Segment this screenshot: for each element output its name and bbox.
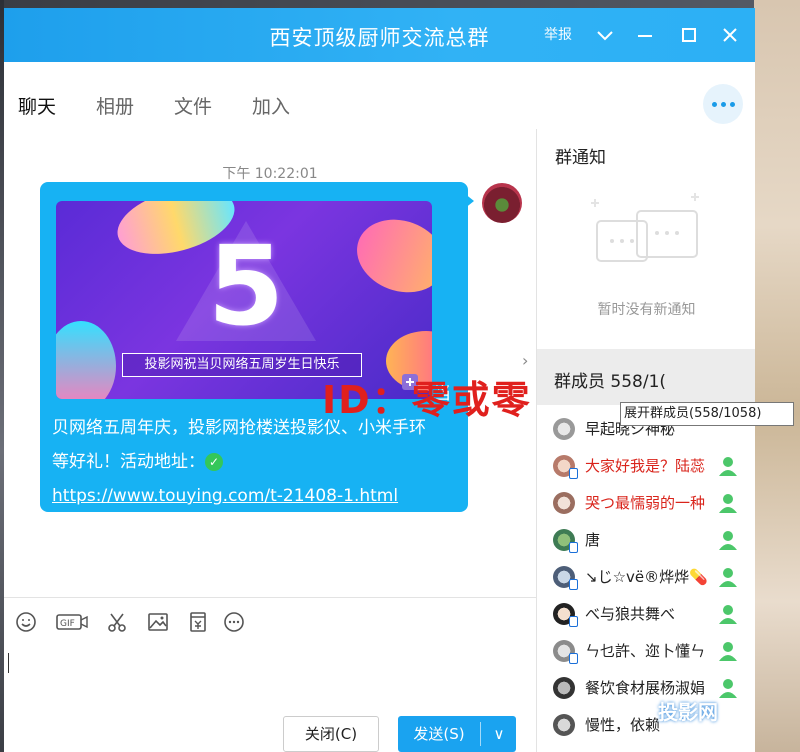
person-icon [719, 494, 737, 513]
avatar [553, 603, 578, 627]
collapse-panel-icon[interactable]: › [522, 351, 536, 381]
report-link[interactable]: 举报 [544, 24, 572, 44]
verified-icon: ✓ [205, 453, 223, 471]
person-icon [719, 531, 737, 550]
person-icon [719, 568, 737, 587]
text-caret [8, 653, 9, 673]
message-line-2-text: 等好礼！活动地址： [52, 452, 205, 472]
send-button[interactable]: 发送(S) ∨ [398, 716, 516, 752]
member-item[interactable]: 哭つ最懦弱的一种 [537, 484, 755, 521]
mobile-icon [569, 542, 578, 553]
tab-chat[interactable]: 聊天 [18, 92, 56, 119]
message-text: 当 贝网络五周年庆，投影网抢楼送投影仪、小米手环 等好礼！活动地址： ✓ http… [52, 384, 464, 513]
chat-window: 西安顶级厨师交流总群 举报 聊天 相册 文件 加入 下午 10:22:01 5 … [4, 8, 755, 752]
dot-icon [711, 101, 717, 107]
notice-title: 群通知 [555, 148, 606, 168]
gif-icon[interactable]: GIF [56, 610, 88, 634]
tab-bar: 聊天 相册 文件 加入 [4, 62, 755, 136]
member-name: ㄣ乜許、迩卜懂ㄣ [585, 642, 706, 660]
member-item[interactable]: ↘じ☆vё®烨烨💊 [537, 558, 755, 595]
divider [480, 722, 481, 746]
site-watermark-logo: 投影网 [658, 700, 718, 724]
member-name: 餐饮食材展杨淑娟 [585, 679, 706, 697]
message-input[interactable] [4, 641, 536, 709]
dot-icon [720, 101, 726, 107]
send-button-label: 发送(S) [413, 725, 465, 743]
composer-toolbar: GIF [4, 597, 536, 641]
mobile-icon [569, 579, 578, 590]
decor-shape [56, 321, 116, 399]
empty-notice-text: 暂时没有新通知 [597, 302, 696, 318]
member-name: 哭つ最懦弱的一种 [585, 494, 706, 512]
member-item[interactable]: べ与狼共舞べ [537, 595, 755, 632]
close-button[interactable]: 关闭(C) [283, 716, 379, 752]
member-item[interactable]: 唐 [537, 521, 755, 558]
member-name: 唐 [585, 531, 601, 549]
more-options-button[interactable] [703, 84, 743, 124]
avatar [553, 640, 578, 664]
emoji-icon[interactable] [14, 610, 38, 634]
member-name: ↘じ☆vё®烨烨💊 [585, 568, 708, 586]
members-count: 群成员 558/1( [554, 372, 667, 392]
avatar [553, 455, 578, 479]
tab-album[interactable]: 相册 [96, 92, 134, 119]
sender-avatar[interactable] [482, 183, 522, 223]
banner-number: 5 [207, 222, 285, 350]
red-packet-icon[interactable] [186, 610, 210, 634]
person-icon [719, 457, 737, 476]
svg-text:GIF: GIF [60, 619, 75, 629]
person-icon [719, 642, 737, 661]
bubble-tail [464, 193, 474, 209]
close-icon[interactable] [717, 22, 743, 48]
scissors-icon[interactable] [105, 610, 129, 634]
image-icon[interactable] [146, 610, 170, 634]
mobile-icon [569, 653, 578, 664]
group-info-panel: 群通知 暂时没有新通知 群成员 558/1( 早起晓シ神秘 大家好我是？陆蕊 哭… [536, 129, 755, 752]
member-item[interactable]: 大家好我是？陆蕊 [537, 447, 755, 484]
member-name: 大家好我是？陆蕊 [585, 457, 706, 475]
minimize-icon[interactable] [632, 22, 658, 48]
person-icon [719, 605, 737, 624]
message-timestamp: 下午 10:22:01 [222, 166, 318, 182]
member-item[interactable]: ㄣ乜許、迩卜懂ㄣ [537, 632, 755, 669]
more-tools-icon[interactable] [222, 610, 246, 634]
avatar [553, 418, 575, 440]
avatar [553, 714, 575, 736]
mobile-icon [569, 468, 578, 479]
maximize-icon[interactable] [676, 22, 702, 48]
author-watermark: ID：零或零 [322, 378, 532, 422]
chat-history[interactable]: 下午 10:22:01 5 投影网祝当贝网络五周岁生日快乐 当 贝网络五周年庆，… [4, 129, 536, 597]
title-bar[interactable]: 西安顶级厨师交流总群 举报 [4, 8, 755, 62]
avatar [553, 492, 575, 514]
mobile-icon [569, 616, 578, 627]
chevron-down-icon[interactable] [592, 22, 618, 48]
tab-join[interactable]: 加入 [252, 92, 290, 119]
tab-files[interactable]: 文件 [174, 92, 212, 119]
empty-notice-illustration [587, 191, 707, 281]
avatar [553, 529, 578, 553]
message-line-2: 等好礼！活动地址： ✓ [52, 445, 464, 479]
members-header[interactable]: 群成员 558/1( [537, 349, 755, 405]
send-options-dropdown[interactable]: ∨ [484, 716, 514, 752]
activity-link[interactable]: https://www.touying.com/t-21408-1.html [52, 479, 464, 513]
decor-shape [346, 207, 432, 305]
members-tooltip: 展开群成员(558/1058) [620, 402, 794, 426]
avatar [553, 566, 578, 590]
dot-icon [729, 101, 735, 107]
member-name: べ与狼共舞べ [585, 605, 676, 623]
desktop-background-right [754, 0, 800, 752]
avatar [553, 677, 575, 699]
